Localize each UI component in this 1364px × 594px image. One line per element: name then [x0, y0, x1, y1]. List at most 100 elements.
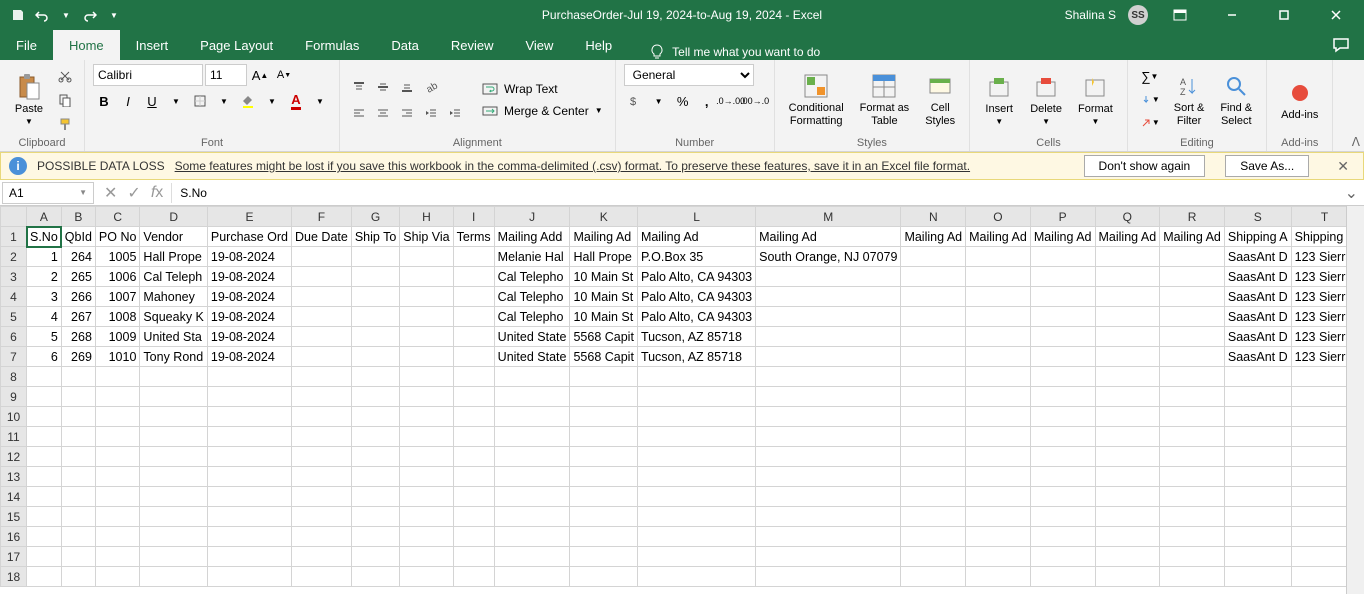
cell[interactable]: Palo Alto, CA 94303 — [637, 287, 755, 307]
cell[interactable] — [637, 467, 755, 487]
decrease-font-icon[interactable]: A▼ — [273, 64, 295, 86]
cell[interactable] — [27, 407, 62, 427]
orientation-icon[interactable]: ab — [420, 76, 442, 98]
cell[interactable] — [966, 407, 1031, 427]
cell[interactable] — [292, 347, 352, 367]
cell[interactable] — [61, 507, 95, 527]
cell[interactable] — [570, 407, 637, 427]
sort-filter-button[interactable]: AZ Sort & Filter — [1168, 70, 1211, 128]
row-header-10[interactable]: 10 — [1, 407, 27, 427]
cell[interactable] — [27, 467, 62, 487]
decrease-indent-icon[interactable] — [420, 102, 442, 124]
tab-data[interactable]: Data — [375, 30, 434, 60]
cell[interactable] — [61, 547, 95, 567]
cell[interactable]: Purchase Ord — [207, 227, 291, 247]
delete-cells-button[interactable]: Delete ▼ — [1024, 71, 1068, 128]
cell[interactable] — [27, 487, 62, 507]
font-size-select[interactable] — [205, 64, 247, 86]
cell[interactable] — [966, 507, 1031, 527]
cell[interactable]: Cal Telepho — [494, 307, 570, 327]
cell[interactable] — [1095, 547, 1160, 567]
cell[interactable]: Mailing Ad — [901, 227, 966, 247]
cell[interactable] — [351, 407, 399, 427]
cell[interactable] — [95, 447, 140, 467]
cell[interactable] — [95, 567, 140, 587]
cell[interactable] — [966, 307, 1031, 327]
cell[interactable] — [292, 527, 352, 547]
cell[interactable]: Hall Prope — [140, 247, 207, 267]
cell[interactable] — [61, 487, 95, 507]
cell[interactable] — [27, 507, 62, 527]
cell[interactable] — [351, 547, 399, 567]
number-format-select[interactable]: General — [624, 64, 754, 86]
cell[interactable] — [1030, 367, 1095, 387]
cell[interactable] — [901, 547, 966, 567]
cell[interactable] — [27, 387, 62, 407]
tab-view[interactable]: View — [509, 30, 569, 60]
cell[interactable] — [207, 387, 291, 407]
tab-file[interactable]: File — [0, 30, 53, 60]
cell[interactable] — [1291, 507, 1346, 527]
cell[interactable] — [351, 387, 399, 407]
cell[interactable] — [140, 547, 207, 567]
clear-icon[interactable]: ▼ — [1136, 112, 1164, 134]
cell[interactable] — [1095, 427, 1160, 447]
cell[interactable] — [292, 467, 352, 487]
cell[interactable] — [95, 487, 140, 507]
col-header-L[interactable]: L — [637, 207, 755, 227]
cell[interactable] — [570, 447, 637, 467]
cell[interactable] — [494, 547, 570, 567]
cell[interactable] — [453, 407, 494, 427]
col-header-I[interactable]: I — [453, 207, 494, 227]
cell[interactable]: Mailing Ad — [756, 227, 901, 247]
cell[interactable] — [1030, 307, 1095, 327]
cell[interactable] — [1030, 287, 1095, 307]
cell[interactable] — [494, 567, 570, 587]
comma-icon[interactable]: , — [696, 90, 718, 112]
cell[interactable] — [1224, 427, 1291, 447]
cell[interactable] — [292, 507, 352, 527]
row-header-12[interactable]: 12 — [1, 447, 27, 467]
format-cells-button[interactable]: Format ▼ — [1072, 71, 1119, 128]
cell[interactable] — [1095, 467, 1160, 487]
cell[interactable] — [901, 427, 966, 447]
cell[interactable] — [637, 387, 755, 407]
cell[interactable] — [351, 567, 399, 587]
cell[interactable] — [1291, 407, 1346, 427]
fill-dropdown-icon[interactable]: ▼ — [261, 90, 283, 112]
cell[interactable] — [1095, 487, 1160, 507]
cell[interactable]: 265 — [61, 267, 95, 287]
row-header-11[interactable]: 11 — [1, 427, 27, 447]
cell[interactable] — [1095, 367, 1160, 387]
cell[interactable] — [494, 487, 570, 507]
cell[interactable] — [207, 367, 291, 387]
cell[interactable] — [756, 487, 901, 507]
cell[interactable] — [1095, 507, 1160, 527]
cell[interactable] — [140, 567, 207, 587]
cell[interactable] — [27, 427, 62, 447]
collapse-ribbon-icon[interactable]: ᐱ — [1352, 135, 1360, 149]
cell[interactable] — [1030, 567, 1095, 587]
cell[interactable] — [966, 567, 1031, 587]
insert-cells-button[interactable]: Insert ▼ — [978, 71, 1020, 128]
cell[interactable] — [27, 527, 62, 547]
cell[interactable] — [95, 387, 140, 407]
cell[interactable] — [570, 367, 637, 387]
cell[interactable]: Vendor — [140, 227, 207, 247]
align-center-icon[interactable] — [372, 102, 394, 124]
cell[interactable]: SaasAnt D — [1224, 247, 1291, 267]
cell[interactable]: Mailing Ad — [570, 227, 637, 247]
cell[interactable] — [351, 267, 399, 287]
underline-button[interactable]: U — [141, 90, 163, 112]
cell[interactable]: 19-08-2024 — [207, 247, 291, 267]
tab-formulas[interactable]: Formulas — [289, 30, 375, 60]
cell[interactable] — [1030, 387, 1095, 407]
cell[interactable] — [1095, 387, 1160, 407]
cell[interactable]: Squeaky K — [140, 307, 207, 327]
cell[interactable] — [966, 387, 1031, 407]
format-as-table-button[interactable]: Format as Table — [854, 70, 916, 128]
cell[interactable] — [400, 367, 453, 387]
tab-review[interactable]: Review — [435, 30, 510, 60]
col-header-B[interactable]: B — [61, 207, 95, 227]
cell[interactable] — [966, 527, 1031, 547]
